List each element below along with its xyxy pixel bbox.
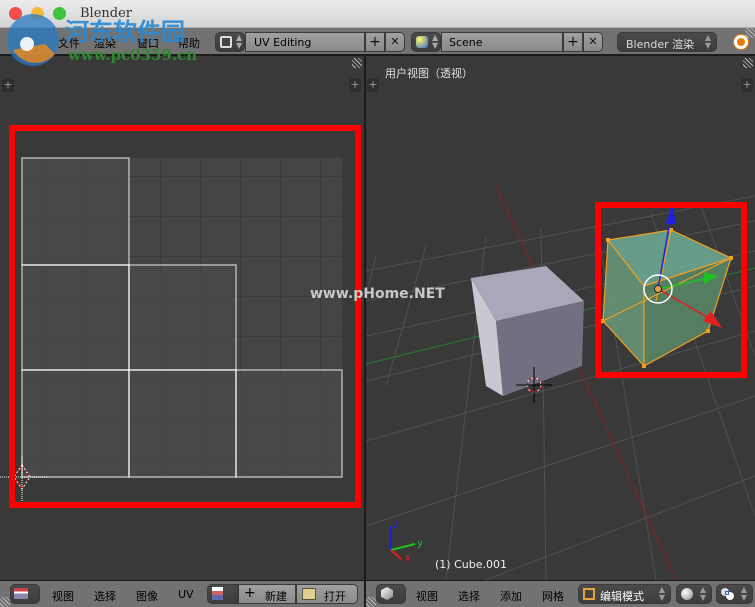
menu-image[interactable]: 图像 [136,588,158,604]
menu-view[interactable]: 视图 [416,588,438,604]
edit-mode-icon [583,588,595,600]
image-icon [212,587,223,600]
updown-arrow-icon: ▲ ▼ [699,585,706,602]
menu-mesh[interactable]: 网格 [542,588,564,604]
add-layout-button[interactable]: + [365,32,385,52]
menu-add[interactable]: 添加 [500,588,522,604]
render-engine-dropdown[interactable]: Blender 渲染 ▲ ▼ [617,32,717,52]
add-scene-button[interactable]: + [563,32,583,52]
folder-icon [302,588,316,600]
editor-type-button[interactable] [10,584,40,604]
layout-selector-button[interactable]: ▲ ▼ [215,32,245,52]
scene-icon [416,36,428,48]
3d-viewport-area[interactable]: 用户视图（透视） + + z y x (1) Cube.001 [366,56,755,580]
watermark-site-url: www.pc0359.cn [68,46,198,64]
new-image-button[interactable]: + 新建 [238,584,296,604]
viewport-shading-dropdown[interactable]: ▲ ▼ [676,584,712,604]
cube-icon [381,587,393,600]
mode-dropdown[interactable]: 编辑模式 ▲ ▼ [578,584,671,604]
watermark-overlay-text: www.pHome.NET [310,286,445,302]
remove-scene-button[interactable]: ✕ [583,32,603,52]
highlight-rectangle [9,125,361,508]
open-image-button[interactable]: 打开 [296,584,358,604]
layout-name-field[interactable]: UV Editing [245,32,365,52]
watermark-logo-icon [5,10,65,73]
screen-layout-icon [220,36,232,48]
svg-text:y: y [417,538,423,549]
cube-object[interactable] [471,266,584,396]
updown-arrow-icon: ▲ ▼ [658,585,665,602]
svg-text:z: z [393,520,398,531]
pivot-icon [721,588,734,600]
area-split-corner[interactable] [366,597,376,607]
scene-name-field[interactable]: Scene [441,32,563,52]
plus-icon: + [244,585,256,601]
viewport-header: 视图 选择 添加 网格 编辑模式 ▲ ▼ ▲ ▼ ▲ ▼ [366,580,755,607]
pivot-point-dropdown[interactable]: ▲ ▼ [716,584,753,604]
highlight-rectangle [595,202,747,378]
remove-layout-button[interactable]: ✕ [385,32,405,52]
area-split-corner[interactable] [0,597,10,607]
area-split-corner[interactable] [745,28,755,38]
uv-editor-header: 视图 选择 图像 UV + 新建 打开 [0,580,364,607]
menu-select[interactable]: 选择 [94,588,116,604]
updown-arrow-icon: ▲ ▼ [704,33,711,50]
watermark-site-name: 河东软件园 [65,18,185,46]
uv-editor-area[interactable]: + + [0,56,364,580]
scene-selector-button[interactable]: ▲ ▼ [411,32,441,52]
menu-view[interactable]: 视图 [52,588,74,604]
menu-select[interactable]: 选择 [458,588,480,604]
active-object-label: (1) Cube.001 [435,558,507,571]
menu-uv[interactable]: UV [178,588,194,601]
solid-shading-icon [681,588,693,600]
axis-gizmo: z y x [390,520,423,564]
editor-type-button[interactable] [376,584,406,604]
image-browse-button[interactable] [207,584,238,604]
updown-arrow-icon: ▲ ▼ [740,585,747,602]
updown-arrow-icon: ▲ ▼ [432,33,439,50]
svg-text:x: x [405,553,411,564]
updown-arrow-icon: ▲ ▼ [236,33,243,50]
image-editor-icon [14,588,28,599]
